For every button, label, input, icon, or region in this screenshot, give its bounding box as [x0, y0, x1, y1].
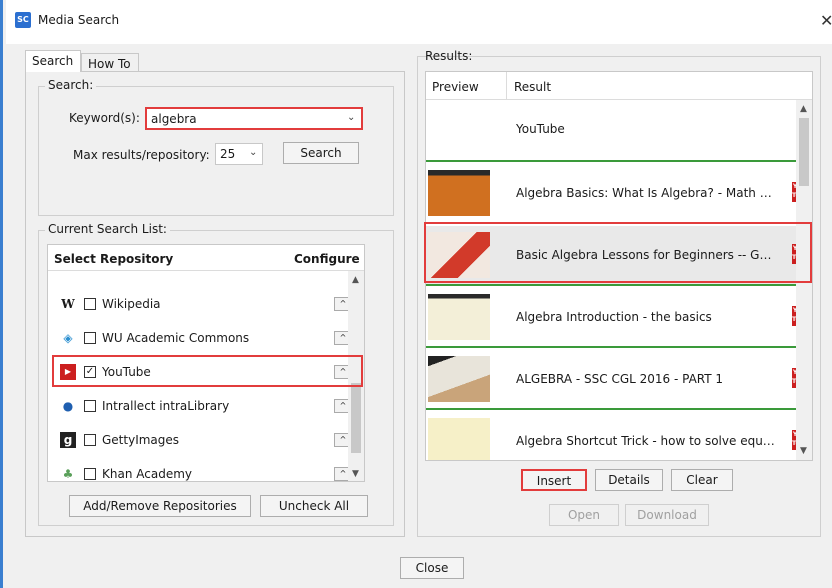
youtube-row-highlight [52, 355, 363, 387]
tab-search[interactable]: Search [25, 50, 81, 72]
search-list-group-label: Current Search List: [45, 222, 170, 236]
video-thumbnail [428, 294, 490, 340]
repo-name: GettyImages [102, 433, 180, 447]
result-title: Algebra Basics: What Is Algebra? - Math … [516, 186, 778, 200]
checkbox-wikipedia[interactable] [84, 298, 96, 310]
add-remove-repositories-button[interactable]: Add/Remove Repositories [69, 495, 251, 517]
tab-how-to[interactable]: How To [81, 53, 139, 73]
chevron-down-icon[interactable]: ⌄ [249, 147, 257, 158]
max-results-value: 25 [220, 147, 236, 161]
media-search-dialog: SC Media Search ✕ Search How To Search: … [0, 0, 832, 588]
repo-row-wu-commons[interactable]: ◈ WU Academic Commons ^ [48, 325, 360, 351]
scrollbar-thumb[interactable] [351, 383, 361, 453]
wu-commons-icon: ◈ [63, 331, 73, 345]
video-thumbnail [428, 418, 490, 460]
keyword-input[interactable]: algebra [145, 107, 363, 130]
scroll-down-icon[interactable]: ▼ [352, 469, 359, 479]
checkbox-khan-academy[interactable] [84, 468, 96, 480]
result-row[interactable]: ALGEBRA - SSC CGL 2016 - PART 1 You Tube [426, 350, 812, 410]
selected-result-highlight [424, 222, 812, 283]
repo-name: WU Academic Commons [102, 331, 250, 345]
results-label: Results: [425, 49, 473, 63]
repo-row-intralibrary[interactable]: ● Intrallect intraLibrary ^ [48, 393, 360, 419]
keyword-label: Keyword(s): [69, 111, 140, 125]
open-button: Open [549, 504, 619, 526]
column-preview: Preview [432, 80, 479, 94]
results-group-title: YouTube [516, 122, 565, 136]
result-row[interactable]: Algebra Basics: What Is Algebra? - Math … [426, 164, 812, 224]
result-title: Algebra Introduction - the basics [516, 310, 712, 324]
checkbox-intralibrary[interactable] [84, 400, 96, 412]
checkbox-wu-commons[interactable] [84, 332, 96, 344]
column-result: Result [514, 80, 552, 94]
header-select-repository: Select Repository [54, 252, 174, 266]
gettyimages-icon: g [60, 432, 76, 448]
column-divider [506, 72, 507, 100]
title-bar: SC Media Search ✕ [6, 0, 832, 44]
khan-academy-icon: ♣ [62, 467, 74, 481]
results-group-header: YouTube [426, 100, 812, 162]
repo-name: Wikipedia [102, 297, 161, 311]
app-icon: SC [15, 12, 31, 28]
result-row[interactable]: Algebra Shortcut Trick - how to solve eq… [426, 412, 812, 460]
details-button[interactable]: Details [595, 469, 663, 491]
results-table-header: Preview Result [426, 72, 812, 100]
download-button: Download [625, 504, 709, 526]
scroll-up-icon[interactable]: ▲ [352, 275, 359, 285]
video-thumbnail [428, 356, 490, 402]
close-button[interactable]: Close [400, 557, 464, 579]
intralibrary-icon: ● [62, 399, 74, 413]
video-thumbnail [428, 170, 490, 216]
search-group-label: Search: [45, 78, 97, 92]
list-item-partial [48, 271, 360, 279]
scrollbar-thumb[interactable] [799, 118, 809, 186]
close-icon[interactable]: ✕ [820, 11, 832, 30]
scroll-up-icon[interactable]: ▲ [800, 104, 807, 114]
chevron-down-icon[interactable]: ⌄ [347, 112, 355, 123]
wikipedia-icon: W [61, 297, 75, 311]
result-title: ALGEBRA - SSC CGL 2016 - PART 1 [516, 372, 724, 386]
header-configure: Configure [294, 252, 360, 266]
repo-name: Khan Academy [102, 467, 192, 481]
repo-row-khan-academy[interactable]: ♣ Khan Academy ^ [48, 461, 360, 481]
repo-name: Intrallect intraLibrary [102, 399, 230, 413]
max-results-label: Max results/repository: [73, 148, 210, 162]
uncheck-all-button[interactable]: Uncheck All [260, 495, 368, 517]
repo-row-wikipedia[interactable]: W Wikipedia ^ [48, 291, 360, 317]
result-row[interactable]: Algebra Introduction - the basics You Tu… [426, 288, 812, 348]
clear-button[interactable]: Clear [671, 469, 733, 491]
scroll-down-icon[interactable]: ▼ [800, 446, 807, 456]
result-title: Algebra Shortcut Trick - how to solve eq… [516, 434, 778, 448]
window-title: Media Search [38, 13, 120, 27]
checkbox-gettyimages[interactable] [84, 434, 96, 446]
repo-row-gettyimages[interactable]: g GettyImages ^ [48, 427, 360, 453]
search-button[interactable]: Search [283, 142, 359, 164]
insert-button[interactable]: Insert [521, 469, 587, 491]
repository-list-header: Select Repository Configure [48, 245, 364, 271]
keyword-value: algebra [151, 112, 197, 126]
